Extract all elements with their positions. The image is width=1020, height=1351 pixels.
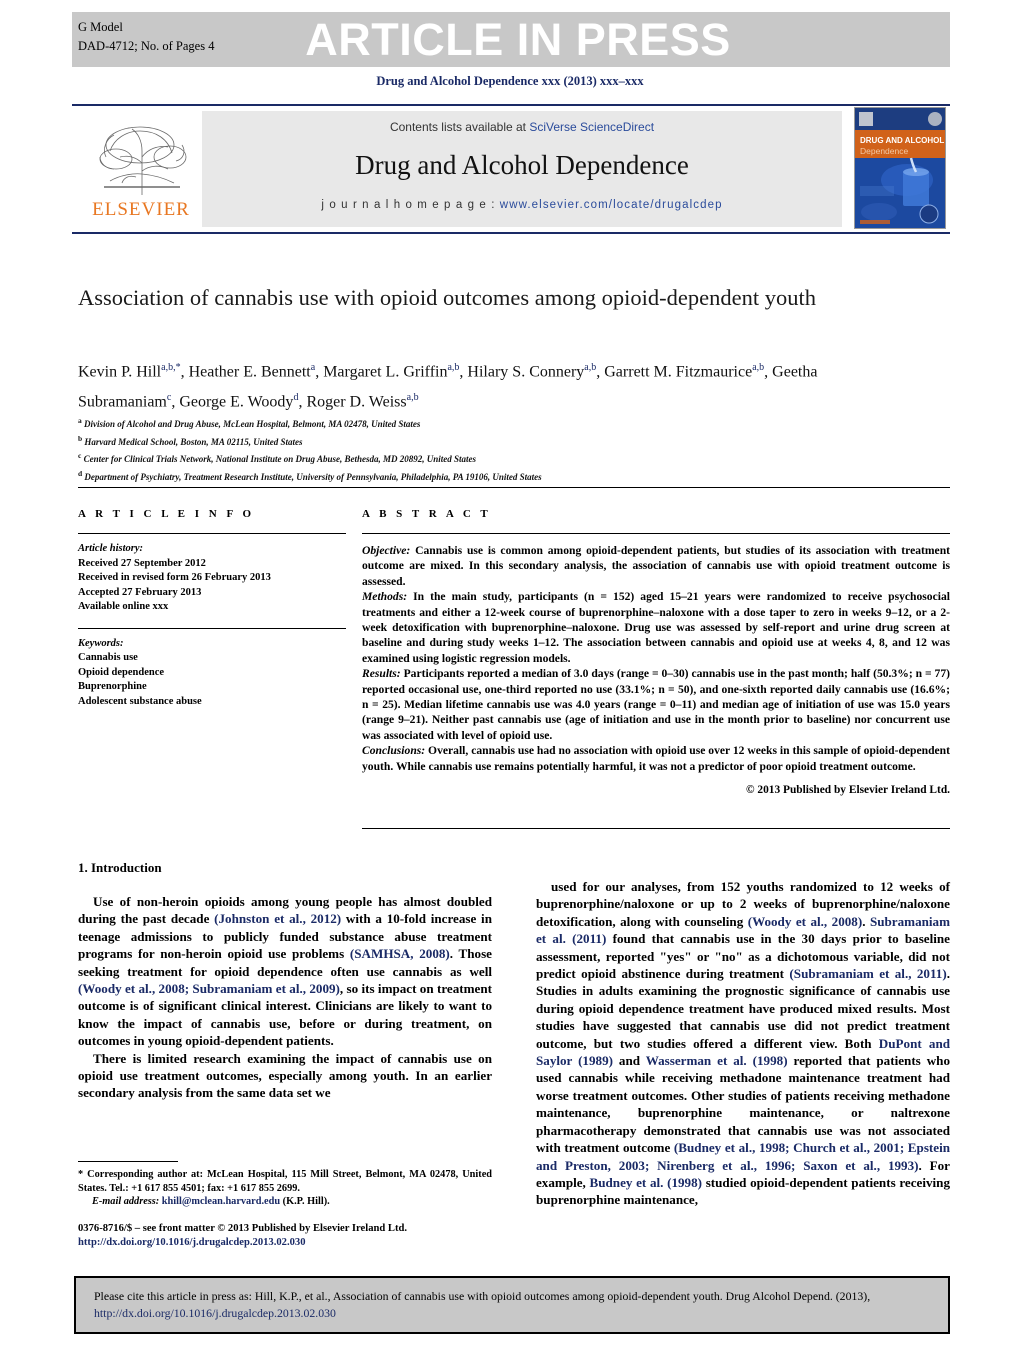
issn-line: 0376-8716/$ – see front matter © 2013 Pu… — [78, 1223, 408, 1234]
corresponding-author-text: * Corresponding author at: McLean Hospit… — [78, 1169, 492, 1194]
homepage-label: j o u r n a l h o m e p a g e : — [321, 199, 500, 211]
abstract-heading: A B S T R A C T — [362, 508, 492, 520]
abstract-methods-text: In the main study, participants (n = 152… — [362, 590, 950, 665]
svg-text:DRUG AND ALCOHOL: DRUG AND ALCOHOL — [860, 136, 944, 145]
article-history-block: Article history: Received 27 September 2… — [78, 542, 346, 615]
affiliation-item: c Center for Clinical Trials Network, Na… — [78, 451, 476, 464]
body-column-left: Use of non-heroin opioids among young pe… — [78, 893, 492, 1102]
masthead-top-rule — [72, 104, 950, 106]
affiliation-rule — [78, 487, 950, 488]
abstract-methods-label: Methods: — [362, 590, 408, 604]
abstract-rule-bottom — [362, 828, 950, 829]
footnote-rule — [78, 1161, 178, 1162]
email-link[interactable]: khill@mclean.harvard.edu — [162, 1196, 280, 1207]
history-item: Available online xxx — [78, 601, 169, 612]
keyword-item: Buprenorphine — [78, 681, 147, 692]
page-title: Association of cannabis use with opioid … — [78, 285, 816, 310]
keyword-item: Opioid dependence — [78, 666, 165, 678]
article-info-heading: A R T I C L E I N F O — [78, 508, 255, 520]
history-item: Accepted 27 February 2013 — [78, 586, 202, 598]
body-paragraph: There is limited research examining the … — [78, 1050, 492, 1101]
contents-prefix: Contents lists available at — [389, 120, 530, 134]
history-item: Received in revised form 26 February 201… — [78, 572, 271, 583]
homepage-url[interactable]: www.elsevier.com/locate/drugalcdep — [500, 199, 723, 211]
elsevier-logo: ELSEVIER — [80, 111, 202, 227]
body-paragraph: used for our analyses, from 152 youths r… — [536, 879, 951, 1208]
keywords-block: Keywords: Cannabis use Opioid dependence… — [78, 637, 346, 710]
journal-homepage-line: j o u r n a l h o m e p a g e : www.else… — [321, 199, 722, 211]
abstract-column: A B S T R A C T Objective: Cannabis use … — [362, 508, 950, 799]
doi-link-footer[interactable]: http://dx.doi.org/10.1016/j.drugalcdep.2… — [78, 1237, 306, 1248]
issn-block: 0376-8716/$ – see front matter © 2013 Pu… — [78, 1222, 538, 1250]
abstract-objective-text: Cannabis use is common among opioid-depe… — [362, 544, 950, 588]
abstract-methods: Methods: In the main study, participants… — [362, 589, 950, 666]
g-model-label: G Model — [78, 20, 123, 34]
abstract-objective-label: Objective: — [362, 544, 411, 557]
journal-reference-line: Drug and Alcohol Dependence xxx (2013) x… — [376, 74, 644, 88]
abstract-copyright: © 2013 Published by Elsevier Ireland Ltd… — [746, 784, 950, 797]
keywords-label: Keywords: — [78, 637, 124, 649]
email-attribution: (K.P. Hill). — [282, 1196, 330, 1208]
sciencedirect-link[interactable]: SciVerse ScienceDirect — [529, 120, 654, 134]
abstract-rule-top — [362, 533, 950, 534]
masthead-bottom-rule — [72, 232, 950, 234]
elsevier-wordmark: ELSEVIER — [92, 199, 190, 220]
affiliation-item: b Harvard Medical School, Boston, MA 021… — [78, 433, 303, 447]
g-model-block: G Model DAD-4712; No. of Pages 4 — [78, 18, 214, 56]
email-address-label: E-mail address: — [92, 1196, 160, 1208]
elsevier-tree-icon — [80, 111, 202, 201]
corresponding-author-footnote: * Corresponding author at: McLean Hospit… — [78, 1168, 492, 1209]
article-id-label: DAD-4712; No. of Pages 4 — [78, 39, 215, 53]
abstract-results-label: Results: — [362, 667, 401, 681]
keyword-item: Cannabis use — [78, 652, 138, 663]
abstract-results-text: Participants reported a median of 3.0 da… — [362, 667, 950, 742]
abstract-objective: Objective: Cannabis use is common among … — [362, 543, 950, 589]
journal-cover-svg: DRUG AND ALCOHOL Dependence — [855, 108, 945, 228]
email-line: E-mail address: khill@mclean.harvard.edu… — [78, 1195, 492, 1209]
body-column-right: used for our analyses, from 152 youths r… — [536, 878, 950, 1209]
journal-title: Drug and Alcohol Dependence — [355, 150, 689, 180]
section-heading-introduction: 1. Introduction — [78, 860, 162, 875]
abstract-conclusions-label: Conclusions: — [362, 744, 426, 758]
masthead-panel: Contents lists available at SciVerse Sci… — [202, 111, 842, 227]
abstract-conclusions-text: Overall, cannabis use had no association… — [362, 744, 950, 773]
abstract-results: Results: Participants reported a median … — [362, 666, 950, 743]
history-item: Received 27 September 2012 — [78, 557, 206, 569]
abstract-conclusions: Conclusions: Overall, cannabis use had n… — [362, 743, 950, 774]
author-list: Kevin P. Hilla,b,*, Heather E. Bennetta,… — [78, 362, 818, 411]
elsevier-tree-svg — [99, 126, 187, 195]
doi-link-cite[interactable]: http://dx.doi.org/10.1016/j.drugalcdep.2… — [94, 1306, 336, 1320]
affiliation-item: d Department of Psychiatry, Treatment Re… — [78, 468, 542, 482]
journal-masthead: ELSEVIER Contents lists available at Sci… — [72, 107, 950, 229]
article-info-rule-mid — [78, 627, 346, 629]
cite-this-article-box: Please cite this article in press as: Hi… — [74, 1276, 950, 1334]
article-info-rule-top — [78, 533, 346, 534]
contents-available-line: Contents lists available at SciVerse Sci… — [390, 120, 654, 134]
journal-cover-image: DRUG AND ALCOHOL Dependence — [854, 107, 946, 229]
svg-text:Dependence: Dependence — [860, 146, 908, 156]
cite-this-article-text: Please cite this article in press as: Hi… — [76, 1288, 948, 1322]
body-paragraph: Use of non-heroin opioids among young pe… — [78, 894, 492, 1049]
article-info-column: A R T I C L E I N F O Article history: R… — [78, 508, 346, 709]
abstract-body: Objective: Cannabis use is common among … — [362, 543, 950, 799]
keyword-item: Adolescent substance abuse — [78, 695, 202, 707]
affiliation-list: a Division of Alcohol and Drug Abuse, Mc… — [78, 414, 878, 484]
article-history-label: Article history: — [78, 543, 144, 554]
cite-text-body: Please cite this article in press as: Hi… — [94, 1289, 871, 1303]
affiliation-item: a Division of Alcohol and Drug Abuse, Mc… — [78, 416, 421, 429]
